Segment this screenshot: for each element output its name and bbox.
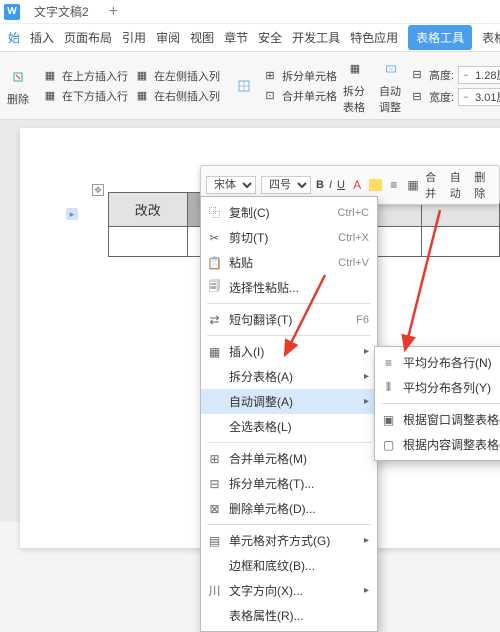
width-spinner[interactable]: −3.01厘米+ [458,88,500,106]
menu-layout[interactable]: 页面布局 [64,29,112,46]
menu-special[interactable]: 特色应用 [350,29,398,46]
document-tab[interactable]: 文字文稿2 [26,1,97,22]
insert-col-left[interactable]: ▦在左侧插入列 [134,67,220,85]
ctx-border[interactable]: 边框和底纹(B)... [201,553,377,578]
table-cell[interactable] [422,227,500,257]
menu-view[interactable]: 视图 [190,29,214,46]
merge-cell-icon: ⊡ [262,89,278,103]
menu-table-style[interactable]: 表格样式 [482,29,500,46]
row-below-icon: ▦ [42,89,58,103]
translate-icon: ⇄ [207,312,222,327]
table-cell[interactable] [109,227,188,257]
delete-button[interactable]: 删除 [6,65,30,107]
mini-highlight-icon[interactable] [369,179,381,191]
insert-row-below[interactable]: ▦在下方插入行 [42,87,128,105]
mini-underline[interactable]: U [337,179,345,191]
menu-start[interactable]: 始 [8,29,20,46]
insert-icon: ▦ [207,344,222,359]
merge-icon: ⊞ [207,451,222,466]
ctx-translate[interactable]: ⇄短句翻译(T)F6 [201,307,377,332]
ctx-align[interactable]: ▤单元格对齐方式(G)▸ [201,528,377,553]
width-icon: ⊟ [409,90,425,104]
insert-row-above[interactable]: ▦在上方插入行 [42,67,128,85]
copy-icon: ⿻ [207,205,222,220]
mini-grid-icon[interactable]: ▦ [406,177,420,193]
cell-group-icon[interactable] [232,74,256,98]
split-table-icon: ▦ [343,57,367,81]
ctx-delete-cell[interactable]: ⊠删除单元格(D)... [201,496,377,521]
delete-label: 删除 [7,91,29,107]
paste-sp-icon: 🗐 [207,280,222,295]
ctx-split-cell[interactable]: ⊟拆分单元格(T)... [201,471,377,496]
sub-fit-content[interactable]: ▢根据内容调整表格(F) [375,432,500,457]
row-above-icon: ▦ [42,69,58,83]
menu-table-tools[interactable]: 表格工具 [408,25,472,50]
sub-dist-cols[interactable]: ⦀平均分布各列(Y) [375,375,500,400]
side-marker-icon[interactable]: ▸ [66,208,78,220]
ctx-properties[interactable]: 表格属性(R)... [201,603,377,628]
height-spinner[interactable]: −1.28厘米+ [458,66,500,84]
fit-content-icon: ▢ [381,437,396,452]
del-cell-icon: ⊠ [207,501,222,516]
ctx-auto-fit[interactable]: 自动调整(A)▸ [201,389,377,414]
menu-security[interactable]: 安全 [258,29,282,46]
menu-bar: 始 插入 页面布局 引用 审阅 视图 章节 安全 开发工具 特色应用 表格工具 … [0,24,500,52]
cut-icon: ✂ [207,230,222,245]
mini-bold[interactable]: B [316,179,324,191]
ctx-split-table[interactable]: 拆分表格(A)▸ [201,364,377,389]
ctx-merge[interactable]: ⊞合并单元格(M) [201,446,377,471]
textdir-icon: 川 [207,583,222,598]
grid-icon [232,74,256,98]
delete-icon [6,65,30,89]
menu-dev[interactable]: 开发工具 [292,29,340,46]
sub-dist-rows[interactable]: ≡平均分布各行(N) [375,350,500,375]
dist-cols-icon: ⦀ [381,380,396,395]
mini-font-select[interactable]: 宋体 [206,176,256,194]
ctx-text-dir[interactable]: 川文字方向(X)...▸ [201,578,377,603]
paste-icon: 📋 [207,255,222,270]
menu-section[interactable]: 章节 [224,29,248,46]
mini-auto[interactable]: 自动 [450,169,470,201]
menu-references[interactable]: 引用 [122,29,146,46]
mini-merge[interactable]: 合并 [425,169,445,201]
sub-fit-window[interactable]: ▣根据窗口调整表格(W) [375,407,500,432]
app-icon: W [4,4,20,20]
col-right-icon: ▦ [134,89,150,103]
table-move-handle[interactable]: ✥ [92,184,104,196]
menu-insert[interactable]: 插入 [30,29,54,46]
split-cell-icon: ⊞ [262,69,278,83]
auto-fit-icon [379,57,403,81]
auto-fit-submenu: ≡平均分布各行(N) ⦀平均分布各列(Y) ▣根据窗口调整表格(W) ▢根据内容… [374,346,500,461]
context-menu: ⿻复制(C)Ctrl+C ✂剪切(T)Ctrl+X 📋粘贴Ctrl+V 🗐选择性… [200,196,378,632]
table-cell[interactable]: 改改 [109,193,188,227]
mini-size-select[interactable]: 四号 [261,176,311,194]
ctx-cut[interactable]: ✂剪切(T)Ctrl+X [201,225,377,250]
new-tab-button[interactable]: + [109,3,118,21]
ctx-copy[interactable]: ⿻复制(C)Ctrl+C [201,200,377,225]
dist-rows-icon: ≡ [381,355,396,370]
mini-align-icon[interactable]: ≡ [387,177,401,193]
mini-italic[interactable]: I [329,179,332,191]
col-left-icon: ▦ [134,69,150,83]
insert-col-right[interactable]: ▦在右侧插入列 [134,87,220,105]
mini-color-icon[interactable]: A [350,177,364,193]
width-control: ⊟ 宽度: −3.01厘米+ [409,87,500,107]
height-control: ⊟ 高度: −1.28厘米+ [409,65,500,85]
align-icon: ▤ [207,533,222,548]
split-icon: ⊟ [207,476,222,491]
auto-fit-button[interactable]: 自动调整 [379,57,403,115]
mini-delete[interactable]: 删除 [474,169,494,201]
ctx-select-all[interactable]: 全选表格(L) [201,414,377,439]
title-bar: W 文字文稿2 + [0,0,500,24]
fit-window-icon: ▣ [381,412,396,427]
ctx-paste[interactable]: 📋粘贴Ctrl+V [201,250,377,275]
merge-cell-button[interactable]: ⊡合并单元格 [262,87,337,105]
split-table-button[interactable]: ▦ 拆分表格 [343,57,367,115]
menu-review[interactable]: 审阅 [156,29,180,46]
ctx-insert[interactable]: ▦插入(I)▸ [201,339,377,364]
split-cell-button[interactable]: ⊞拆分单元格 [262,67,337,85]
height-icon: ⊟ [409,68,425,82]
ribbon: 删除 ▦在上方插入行 ▦在下方插入行 ▦在左侧插入列 ▦在右侧插入列 ⊞拆分单元… [0,52,500,120]
ctx-paste-special[interactable]: 🗐选择性粘贴... [201,275,377,300]
